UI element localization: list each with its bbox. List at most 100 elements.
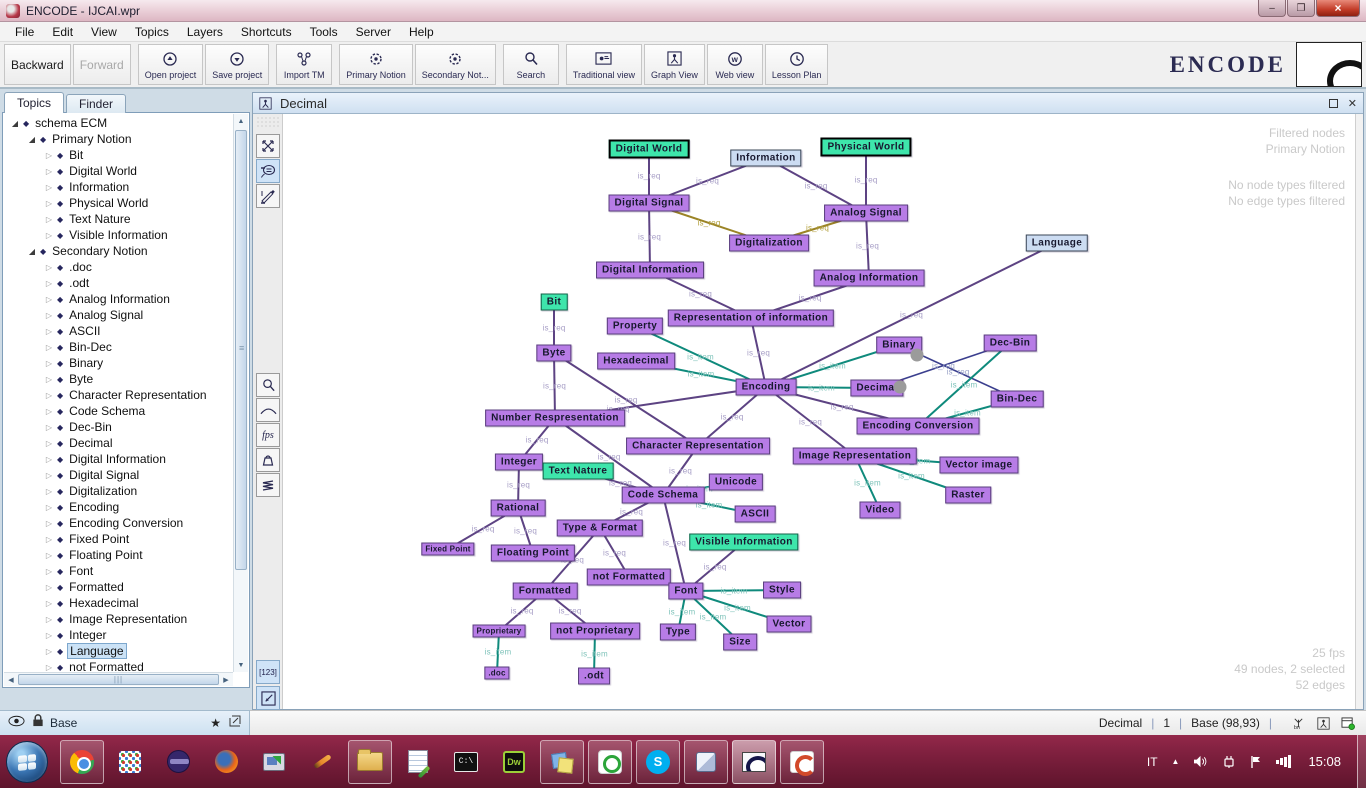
expand-icon[interactable]: ▷: [44, 167, 54, 176]
graph-node-floating-point[interactable]: Floating Point: [491, 545, 575, 562]
toolbar-button-search[interactable]: Search: [503, 44, 559, 85]
graph-node-not-proprietary[interactable]: not Proprietary: [550, 623, 640, 640]
tree-item-label[interactable]: Analog Signal: [67, 308, 145, 322]
expand-icon[interactable]: ▷: [44, 487, 54, 496]
toolbar-button-secondary-not[interactable]: Secondary Not...: [415, 44, 496, 85]
expand-icon[interactable]: ▷: [44, 215, 54, 224]
graph-node-number-respresentation[interactable]: Number Respresentation: [485, 410, 625, 427]
expand-icon[interactable]: ▷: [44, 407, 54, 416]
tree-item-label[interactable]: Image Representation: [67, 612, 189, 626]
expand-icon[interactable]: ▷: [44, 631, 54, 640]
selection-handle[interactable]: [894, 381, 907, 394]
tree-item-label[interactable]: Binary: [67, 356, 105, 370]
taskbar-command-prompt[interactable]: C:\: [444, 740, 488, 784]
taskbar-skype[interactable]: S: [636, 740, 680, 784]
selection-handle[interactable]: [911, 349, 924, 362]
expand-icon[interactable]: ▷: [44, 455, 54, 464]
taskbar-windows-explorer[interactable]: [348, 740, 392, 784]
scroll-left-icon[interactable]: ◀: [4, 673, 18, 687]
tree-item-label[interactable]: Digital World: [67, 164, 139, 178]
tool-weight-icon[interactable]: [256, 448, 280, 472]
star-icon[interactable]: ★: [210, 716, 221, 730]
tree-item-fixed-point[interactable]: ▷◆Fixed Point: [4, 531, 233, 547]
language-indicator[interactable]: IT: [1147, 755, 1158, 769]
tree-item-text-nature[interactable]: ▷◆Text Nature: [4, 211, 233, 227]
graph-node-proprietary[interactable]: Proprietary: [473, 625, 526, 638]
tree-item-bit[interactable]: ▷◆Bit: [4, 147, 233, 163]
graph-node-hexadecimal[interactable]: Hexadecimal: [597, 353, 675, 370]
collapse-icon[interactable]: ◢: [10, 119, 20, 128]
taskbar-eclipse[interactable]: [156, 740, 200, 784]
menu-tools[interactable]: Tools: [301, 23, 347, 41]
hidden-icons-arrow[interactable]: ▲: [1172, 757, 1180, 766]
tree-item-label[interactable]: Byte: [67, 372, 95, 386]
expand-icon[interactable]: ▷: [44, 199, 54, 208]
tree-item-label[interactable]: Secondary Notion: [50, 244, 149, 258]
tree-item-label[interactable]: Dec-Bin: [67, 420, 114, 434]
graph-node-bit[interactable]: Bit: [541, 294, 568, 311]
tree-item-label[interactable]: Primary Notion: [50, 132, 133, 146]
tree-item-bin-dec[interactable]: ▷◆Bin-Dec: [4, 339, 233, 355]
tree-item-secondary-notion[interactable]: ◢◆Secondary Notion: [4, 243, 233, 259]
expand-icon[interactable]: ▷: [44, 263, 54, 272]
tree-item-label[interactable]: ASCII: [67, 324, 102, 338]
graph-node-fixed-point[interactable]: Fixed Point: [421, 543, 474, 556]
tree-item-label[interactable]: Character Representation: [67, 388, 208, 402]
graph-node-analog-signal[interactable]: Analog Signal: [824, 205, 908, 222]
tool-arc-icon[interactable]: [256, 398, 280, 422]
tree-item-label[interactable]: Text Nature: [67, 212, 132, 226]
status-graphview-icon[interactable]: [1315, 716, 1331, 730]
tree-item-digitalization[interactable]: ▷◆Digitalization: [4, 483, 233, 499]
tree-item-label[interactable]: .odt: [67, 276, 91, 290]
tree-item-label[interactable]: Fixed Point: [67, 532, 131, 546]
tree-item-decimal[interactable]: ▷◆Decimal: [4, 435, 233, 451]
tree-item-primary-notion[interactable]: ◢◆Primary Notion: [4, 131, 233, 147]
tool-spring-icon[interactable]: [256, 473, 280, 497]
expand-icon[interactable]: ▷: [44, 151, 54, 160]
graph-canvas[interactable]: Filtered nodes Primary Notion No node ty…: [253, 93, 1363, 709]
menu-topics[interactable]: Topics: [126, 23, 178, 41]
graph-node-information[interactable]: Information: [730, 150, 801, 167]
tree-item-code-schema[interactable]: ▷◆Code Schema: [4, 403, 233, 419]
graph-node-analog-information[interactable]: Analog Information: [814, 270, 925, 287]
scroll-right-icon[interactable]: ▶: [219, 673, 233, 687]
tab-finder[interactable]: Finder: [66, 94, 126, 113]
tree-item-label[interactable]: .doc: [67, 260, 94, 274]
graph-node-rational[interactable]: Rational: [491, 500, 546, 517]
collapse-icon[interactable]: ◢: [27, 247, 37, 256]
expand-icon[interactable]: ▷: [44, 423, 54, 432]
graph-node-digitalization[interactable]: Digitalization: [729, 235, 809, 252]
graph-node-raster[interactable]: Raster: [945, 487, 991, 504]
taskbar-recorder[interactable]: [588, 740, 632, 784]
toolbar-button-lesson-plan[interactable]: Lesson Plan: [765, 44, 829, 85]
taskbar-cube-app[interactable]: [684, 740, 728, 784]
expand-icon[interactable]: ▷: [44, 663, 54, 672]
graph-node-digital-information[interactable]: Digital Information: [596, 262, 704, 279]
tree-item-digital-signal[interactable]: ▷◆Digital Signal: [4, 467, 233, 483]
menu-layers[interactable]: Layers: [178, 23, 232, 41]
graph-node-not-formatted[interactable]: not Formatted: [587, 569, 671, 586]
taskbar-text-editor[interactable]: [396, 740, 440, 784]
tree-item-label[interactable]: Digital Information: [67, 452, 168, 466]
menu-server[interactable]: Server: [347, 23, 400, 41]
expand-icon[interactable]: ▷: [44, 183, 54, 192]
graph-node-video[interactable]: Video: [859, 502, 900, 519]
menu-shortcuts[interactable]: Shortcuts: [232, 23, 301, 41]
tree-item-not-formatted[interactable]: ▷◆not Formatted: [4, 659, 233, 672]
taskbar-app-grid[interactable]: [108, 740, 152, 784]
tab-topics[interactable]: Topics: [4, 92, 64, 113]
tree-item-schema-ecm[interactable]: ◢◆schema ECM: [4, 115, 233, 131]
toolstrip-handle[interactable]: [256, 116, 279, 128]
graph-node-dec-bin[interactable]: Dec-Bin: [984, 335, 1037, 352]
status-online-icon[interactable]: [1340, 716, 1356, 730]
expand-icon[interactable]: ▷: [44, 615, 54, 624]
taskbar-installer[interactable]: [252, 740, 296, 784]
expand-icon[interactable]: ▷: [44, 535, 54, 544]
toolbar-button-primary-notion[interactable]: Primary Notion: [339, 44, 413, 85]
action-center-flag-icon[interactable]: [1250, 755, 1262, 769]
tree-item-label[interactable]: Integer: [67, 628, 108, 642]
graph-node-odt[interactable]: .odt: [578, 668, 610, 685]
tree-item-label[interactable]: Code Schema: [67, 404, 147, 418]
scroll-up-icon[interactable]: ▲: [235, 114, 247, 128]
tool-fit-icon[interactable]: [256, 134, 280, 158]
